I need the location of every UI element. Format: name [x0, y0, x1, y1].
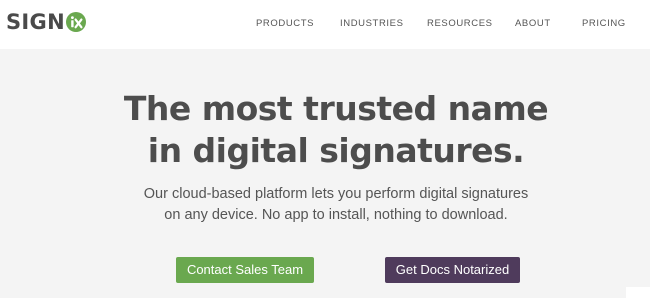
nav-pricing[interactable]: PRICING — [582, 17, 626, 31]
hero-subtitle-line-2: on any device. No app to install, nothin… — [164, 207, 508, 223]
chat-widget-corner[interactable] — [626, 287, 650, 298]
hero-title-line-2: in digital signatures. — [147, 131, 525, 170]
nav-about[interactable]: ABOUT — [515, 17, 551, 31]
site-header: SIGN PRODUCTS INDUSTRIES RESOURCES ABOUT… — [0, 0, 650, 49]
hero-subtitle: Our cloud-based platform lets you perfor… — [0, 184, 650, 226]
get-docs-notarized-button[interactable]: Get Docs Notarized — [385, 257, 520, 283]
hero-title: The most trusted name in digital signatu… — [0, 88, 650, 172]
page: SIGN PRODUCTS INDUSTRIES RESOURCES ABOUT… — [0, 0, 650, 298]
contact-sales-button[interactable]: Contact Sales Team — [176, 257, 314, 283]
nav-products[interactable]: PRODUCTS — [256, 17, 314, 31]
nav-industries[interactable]: INDUSTRIES — [340, 17, 404, 31]
nav-resources[interactable]: RESOURCES — [427, 17, 493, 31]
hero-title-line-1: The most trusted name — [123, 89, 549, 128]
main-navigation: PRODUCTS INDUSTRIES RESOURCES ABOUT PRIC… — [0, 17, 650, 31]
hero-subtitle-line-1: Our cloud-based platform lets you perfor… — [143, 186, 529, 202]
